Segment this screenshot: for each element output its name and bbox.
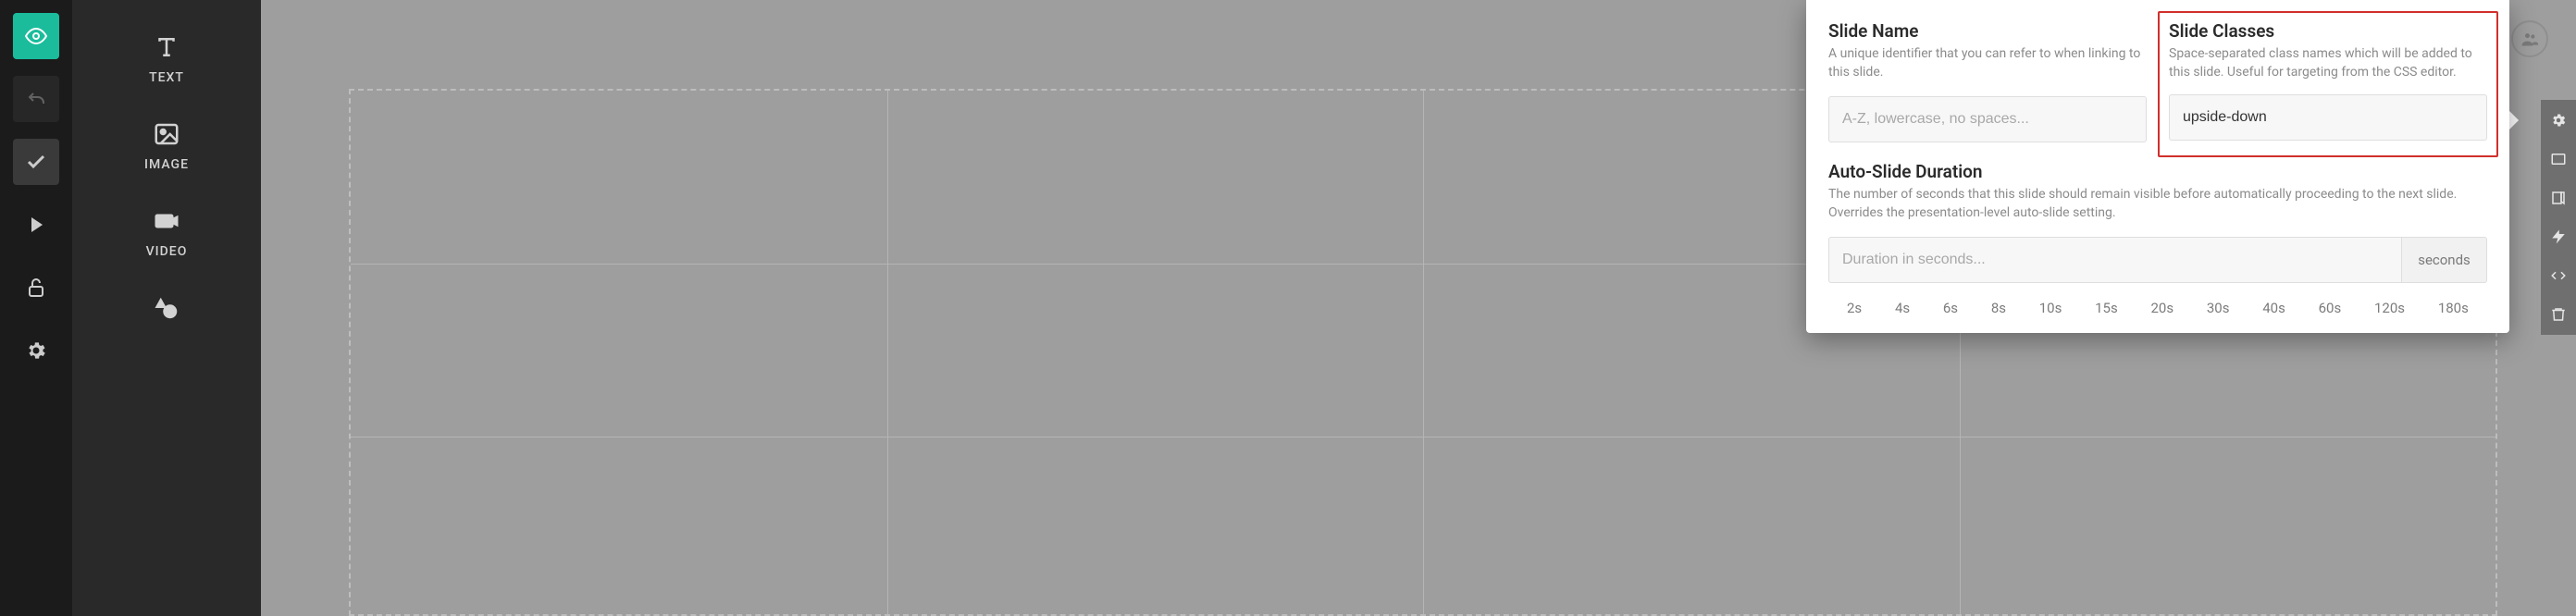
undo-button[interactable] [13,76,59,122]
slide-side-toolbar [2541,100,2576,335]
slide-name-input[interactable] [1828,96,2147,142]
insert-image[interactable]: IMAGE [72,111,261,189]
insert-tools: TEXT IMAGE VIDEO [72,0,261,616]
duration-preset[interactable]: 180s [2438,300,2469,316]
slide-classes-title: Slide Classes [2169,20,2487,42]
duration-preset[interactable]: 60s [2319,300,2342,316]
auto-slide-group: Auto-Slide Duration The number of second… [1828,161,2487,316]
duration-preset[interactable]: 20s [2151,300,2174,316]
main-nav [0,0,72,616]
insert-text-label: TEXT [149,70,184,85]
notes-icon[interactable] [2541,185,2576,211]
fragments-icon[interactable] [2541,224,2576,250]
settings-nav-button[interactable] [13,327,59,374]
slide-options-popover: Slide Name A unique identifier that you … [1806,0,2509,333]
slide-classes-desc: Space-separated class names which will b… [2169,45,2487,81]
duration-presets: 2s 4s 6s 8s 10s 15s 20s 30s 40s 60s 120s 180s [1828,283,2487,316]
insert-image-label: IMAGE [144,157,189,172]
seconds-addon: seconds [2402,237,2487,283]
collaborators-button[interactable] [2511,20,2548,57]
canvas[interactable]: Slide Name A unique identifier that you … [261,0,2576,616]
duration-preset[interactable]: 15s [2095,300,2118,316]
slide-name-desc: A unique identifier that you can refer t… [1828,45,2147,81]
background-icon[interactable] [2541,146,2576,172]
duration-preset[interactable]: 4s [1895,300,1910,316]
duration-preset[interactable]: 30s [2207,300,2230,316]
done-button[interactable] [13,139,59,185]
auto-slide-title: Auto-Slide Duration [1828,161,2487,182]
slide-classes-group: Slide Classes Space-separated class name… [2158,11,2498,157]
lock-button[interactable] [13,265,59,311]
slide-name-group: Slide Name A unique identifier that you … [1828,20,2147,142]
auto-slide-input[interactable] [1828,237,2402,283]
slide-name-title: Slide Name [1828,20,2147,42]
duration-preset[interactable]: 120s [2374,300,2405,316]
trash-icon[interactable] [2541,302,2576,327]
duration-preset[interactable]: 10s [2039,300,2062,316]
duration-preset[interactable]: 8s [1991,300,2006,316]
insert-video[interactable]: VIDEO [72,198,261,276]
auto-slide-desc: The number of seconds that this slide sh… [1828,186,2487,222]
duration-preset[interactable]: 6s [1943,300,1958,316]
code-icon[interactable] [2541,263,2576,289]
insert-video-label: VIDEO [146,244,188,259]
slide-settings-icon[interactable] [2541,107,2576,133]
duration-preset[interactable]: 2s [1847,300,1862,316]
preview-button[interactable] [13,13,59,59]
duration-preset[interactable]: 40s [2262,300,2285,316]
play-button[interactable] [13,202,59,248]
slide-classes-input[interactable] [2169,94,2487,141]
insert-text[interactable]: TEXT [72,24,261,102]
insert-shape[interactable] [72,285,261,348]
